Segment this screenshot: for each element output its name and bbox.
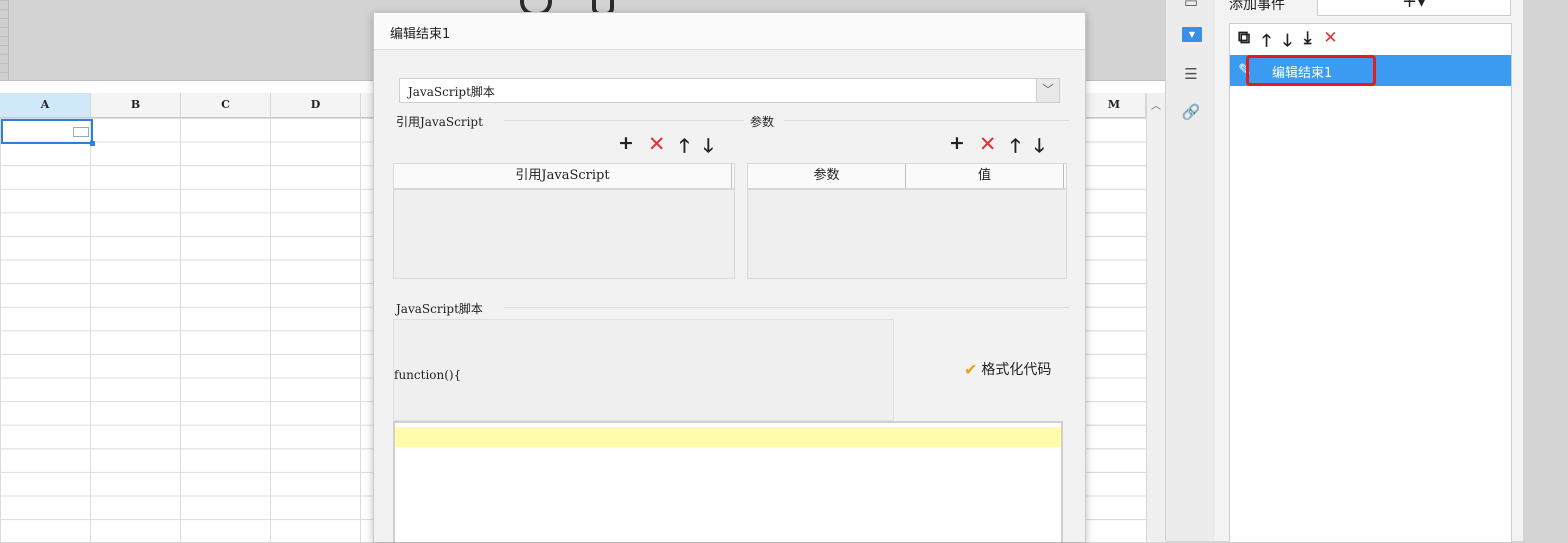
dialog-title: 编辑结束1 <box>390 27 451 42</box>
action-type-value: JavaScript脚本 <box>408 85 495 99</box>
column-header-d[interactable]: D <box>271 93 361 117</box>
link-icon[interactable]: 🔗 <box>1178 100 1204 124</box>
add-icon[interactable]: + <box>949 132 965 164</box>
code-editor[interactable] <box>393 421 1063 542</box>
add-icon[interactable]: + <box>618 132 634 164</box>
table-header: 参数 值 <box>748 164 1066 190</box>
current-line-highlight <box>395 427 1061 447</box>
table-header: 引用JavaScript <box>394 164 734 190</box>
column-header-c[interactable]: C <box>181 93 271 117</box>
event-list: ⧉ 🡑 🡓 ⤓ ✕ ✎ 编辑结束1 <box>1229 23 1512 543</box>
format-code-label: 格式化代码 <box>981 362 1052 378</box>
right-edge <box>1523 0 1568 541</box>
event-item[interactable]: ✎ 编辑结束1 <box>1230 55 1511 86</box>
move-bottom-icon[interactable]: ⤓ <box>1304 28 1312 57</box>
widget-settings-icon[interactable]: ▼ <box>1182 27 1202 42</box>
section-divider <box>784 120 1069 121</box>
move-up-icon[interactable]: 🡑 <box>680 132 690 164</box>
ref-js-section-label: 引用JavaScript <box>396 115 483 129</box>
panel-icon[interactable]: ▭ <box>1178 0 1204 14</box>
cell-grid-right[interactable] <box>1083 118 1146 542</box>
delete-icon[interactable]: ✕ <box>1323 28 1337 57</box>
cell-widget-icon <box>73 127 89 137</box>
params-table[interactable]: 参数 值 <box>747 163 1067 279</box>
add-event-button[interactable]: +▾ <box>1317 0 1511 16</box>
move-down-icon[interactable]: 🡓 <box>1034 132 1044 164</box>
edit-event-dialog: 编辑结束1 JavaScript脚本 ﹀ 引用JavaScript + ✕ 🡑 … <box>373 12 1086 542</box>
layout-icon[interactable]: ☰ <box>1178 62 1204 86</box>
column-header-b[interactable]: B <box>91 93 181 117</box>
highlight-box <box>1246 55 1376 86</box>
params-toolbar: + ✕ 🡑 🡓 <box>949 132 1044 164</box>
column-header-a[interactable]: A <box>0 93 91 117</box>
column-header-m[interactable]: M <box>1083 93 1146 117</box>
param-name-column-header[interactable]: 参数 <box>748 164 906 188</box>
format-code-button[interactable]: ✔ 格式化代码 <box>964 359 1051 379</box>
ref-js-toolbar: + ✕ 🡑 🡓 <box>618 132 713 164</box>
dialog-titlebar: 编辑结束1 <box>374 13 1085 50</box>
section-divider <box>504 120 744 121</box>
script-section-label: JavaScript脚本 <box>396 302 483 316</box>
event-toolbar: ⧉ 🡑 🡓 ⤓ ✕ <box>1238 28 1338 57</box>
ref-js-table[interactable]: 引用JavaScript <box>393 163 735 279</box>
delete-icon[interactable]: ✕ <box>979 132 997 164</box>
row-ruler <box>0 0 9 80</box>
broom-icon: ✔ <box>964 359 978 379</box>
move-up-icon[interactable]: 🡑 <box>1262 28 1271 57</box>
param-value-column-header[interactable]: 值 <box>906 164 1064 188</box>
chevron-down-icon[interactable]: ﹀ <box>1036 79 1059 102</box>
delete-icon[interactable]: ✕ <box>648 132 666 164</box>
move-up-icon[interactable]: 🡑 <box>1011 132 1021 164</box>
vertical-scrollbar[interactable]: ︿ <box>1146 93 1166 542</box>
selected-cell[interactable] <box>1 119 95 146</box>
add-event-label: 添加事件 <box>1229 0 1285 13</box>
event-panel: 添加事件 +▾ ⧉ 🡑 🡓 ⤓ ✕ ✎ 编辑结束1 <box>1215 0 1523 543</box>
action-type-select[interactable]: JavaScript脚本 ﹀ <box>399 78 1060 103</box>
move-down-icon[interactable]: 🡓 <box>703 132 713 164</box>
move-down-icon[interactable]: 🡓 <box>1283 28 1292 57</box>
fill-handle[interactable] <box>90 141 95 146</box>
params-section-label: 参数 <box>750 115 775 129</box>
copy-icon[interactable]: ⧉ <box>1238 28 1250 57</box>
ref-js-column-header[interactable]: 引用JavaScript <box>394 164 732 188</box>
function-signature: function(){ <box>394 368 462 382</box>
function-signature-area: function(){ <box>393 319 894 421</box>
section-divider <box>504 307 1069 308</box>
scroll-up-icon[interactable]: ︿ <box>1151 97 1161 112</box>
side-icon-strip: ▭ ▼ ☰ 🔗 <box>1165 0 1216 541</box>
